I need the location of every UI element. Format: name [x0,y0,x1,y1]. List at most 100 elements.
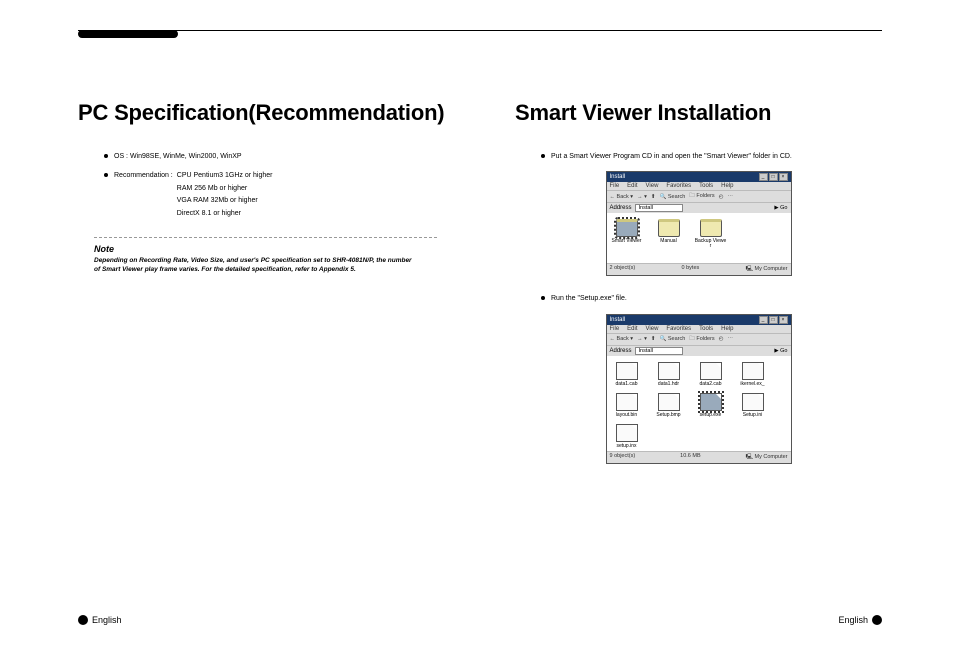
file-icon [700,393,722,411]
explorer-screenshot-2: Install _□× File Edit View Favorites Too… [606,314,792,464]
status-bar: 9 object(s) 10.6 MB 🖳 My Computer [607,451,791,463]
page-right: Smart Viewer Installation Put a Smart Vi… [477,0,954,653]
address-bar: Address Install ▶ Go [607,346,791,356]
search-button[interactable]: 🔍 Search [659,336,685,342]
menu-item[interactable]: Tools [699,326,713,332]
address-field[interactable]: Install [635,204,683,212]
search-button[interactable]: 🔍 Search [659,194,685,200]
toolbar-extra[interactable]: ⋯ [727,336,733,342]
window-titlebar: Install _□× [607,315,791,325]
maximize-icon: □ [769,316,778,324]
close-icon: × [779,316,788,324]
footer-left: English [78,615,122,625]
toolbar: ← Back ▾ → ▾ ⬆ 🔍 Search 🗀 Folders ◴ ⋯ [607,190,791,203]
status-location: 🖳 My Computer [746,453,788,462]
file-label: Setup.bmp [656,413,680,418]
file-icon [658,362,680,380]
file-icon [616,424,638,442]
window-title: Install [610,174,626,180]
page-left: PC Specification(Recommendation) OS : Wi… [0,0,477,653]
folder-icon [616,219,638,237]
folders-button[interactable]: 🗀 Folders [689,335,714,344]
go-button[interactable]: ▶ Go [774,205,787,211]
file-icon [742,393,764,411]
file-item[interactable]: data1.cab [611,362,643,387]
history-button[interactable]: ◴ [719,194,724,200]
menu-item[interactable]: Favorites [666,183,691,189]
minimize-icon: _ [759,316,768,324]
file-label: Setup.ini [743,413,762,418]
divider-dashed [94,237,437,238]
up-button[interactable]: ⬆ [651,336,656,342]
explorer-screenshot-1: Install _□× File Edit View Favorites Too… [606,171,792,276]
file-item[interactable]: Setup.bmp [653,393,685,418]
address-field[interactable]: Install [635,347,683,355]
file-item[interactable]: setup.exe [695,393,727,418]
menu-item[interactable]: Tools [699,183,713,189]
page-dot-icon [872,615,882,625]
file-item[interactable]: setup.inx [611,424,643,449]
os-line: OS : Win98SE, WinMe, Win2000, WinXP [114,152,447,161]
file-item[interactable]: layout.bin [611,393,643,418]
rec-label: Recommendation : [114,171,173,221]
page-dot-icon [78,615,88,625]
toolbar-extra[interactable]: ⋯ [727,194,733,200]
back-button[interactable]: ← Back ▾ [610,336,634,342]
file-item[interactable]: Manual [653,219,685,261]
window-title: Install [610,317,626,323]
folders-button[interactable]: 🗀 Folders [689,192,714,201]
menu-item[interactable]: Edit [627,326,637,332]
menu-item[interactable]: Favorites [666,326,691,332]
status-size: 10.6 MB [680,453,700,462]
file-item[interactable]: ikernel.ex_ [737,362,769,387]
rec-line: CPU Pentium3 1GHz or higher [177,171,273,180]
file-item[interactable]: Smart Viewer [611,219,643,261]
status-bar: 2 object(s) 0 bytes 🖳 My Computer [607,263,791,275]
window-buttons: _□× [758,173,788,181]
file-label: ikernel.ex_ [740,382,764,387]
rec-line: RAM 256 Mb or higher [177,184,273,193]
file-label: setup.exe [700,413,722,418]
menu-item[interactable]: File [610,183,620,189]
close-icon: × [779,173,788,181]
menu-item[interactable]: View [646,183,659,189]
history-button[interactable]: ◴ [719,336,724,342]
back-button[interactable]: ← Back ▾ [610,194,634,200]
minimize-icon: _ [759,173,768,181]
up-button[interactable]: ⬆ [651,194,656,200]
file-area[interactable]: data1.cab data1.hdr data2.cab ikernel.ex_la… [607,356,791,451]
maximize-icon: □ [769,173,778,181]
menu-item[interactable]: File [610,326,620,332]
file-icon [658,393,680,411]
forward-button[interactable]: → ▾ [637,336,647,342]
heading-right: Smart Viewer Installation [515,100,882,126]
status-location: 🖳 My Computer [746,265,788,274]
footer-label: English [838,615,868,625]
heading-left: PC Specification(Recommendation) [78,100,447,126]
file-area[interactable]: Smart Viewer Manual Backup Viewer [607,213,791,263]
file-label: setup.inx [616,444,636,449]
file-label: Smart Viewer [612,239,642,244]
file-icon [616,393,638,411]
file-item[interactable]: Backup Viewer [695,219,727,261]
window-titlebar: Install _□× [607,172,791,182]
window-buttons: _□× [758,316,788,324]
menubar: File Edit View Favorites Tools Help [607,325,791,333]
go-button[interactable]: ▶ Go [774,348,787,354]
file-item[interactable]: data2.cab [695,362,727,387]
menu-item[interactable]: Edit [627,183,637,189]
address-label: Address [610,205,632,211]
step-1: Put a Smart Viewer Program CD in and ope… [551,152,882,161]
address-bar: Address Install ▶ Go [607,203,791,213]
file-item[interactable]: Setup.ini [737,393,769,418]
status-objects: 2 object(s) [610,265,636,274]
file-item[interactable]: data1.hdr [653,362,685,387]
forward-button[interactable]: → ▾ [637,194,647,200]
menu-item[interactable]: View [646,326,659,332]
menu-item[interactable]: Help [721,183,733,189]
menu-item[interactable]: Help [721,326,733,332]
folder-icon [658,219,680,237]
file-label: Manual [660,239,676,244]
file-icon [742,362,764,380]
rec-line: VGA RAM 32Mb or higher [177,196,273,205]
